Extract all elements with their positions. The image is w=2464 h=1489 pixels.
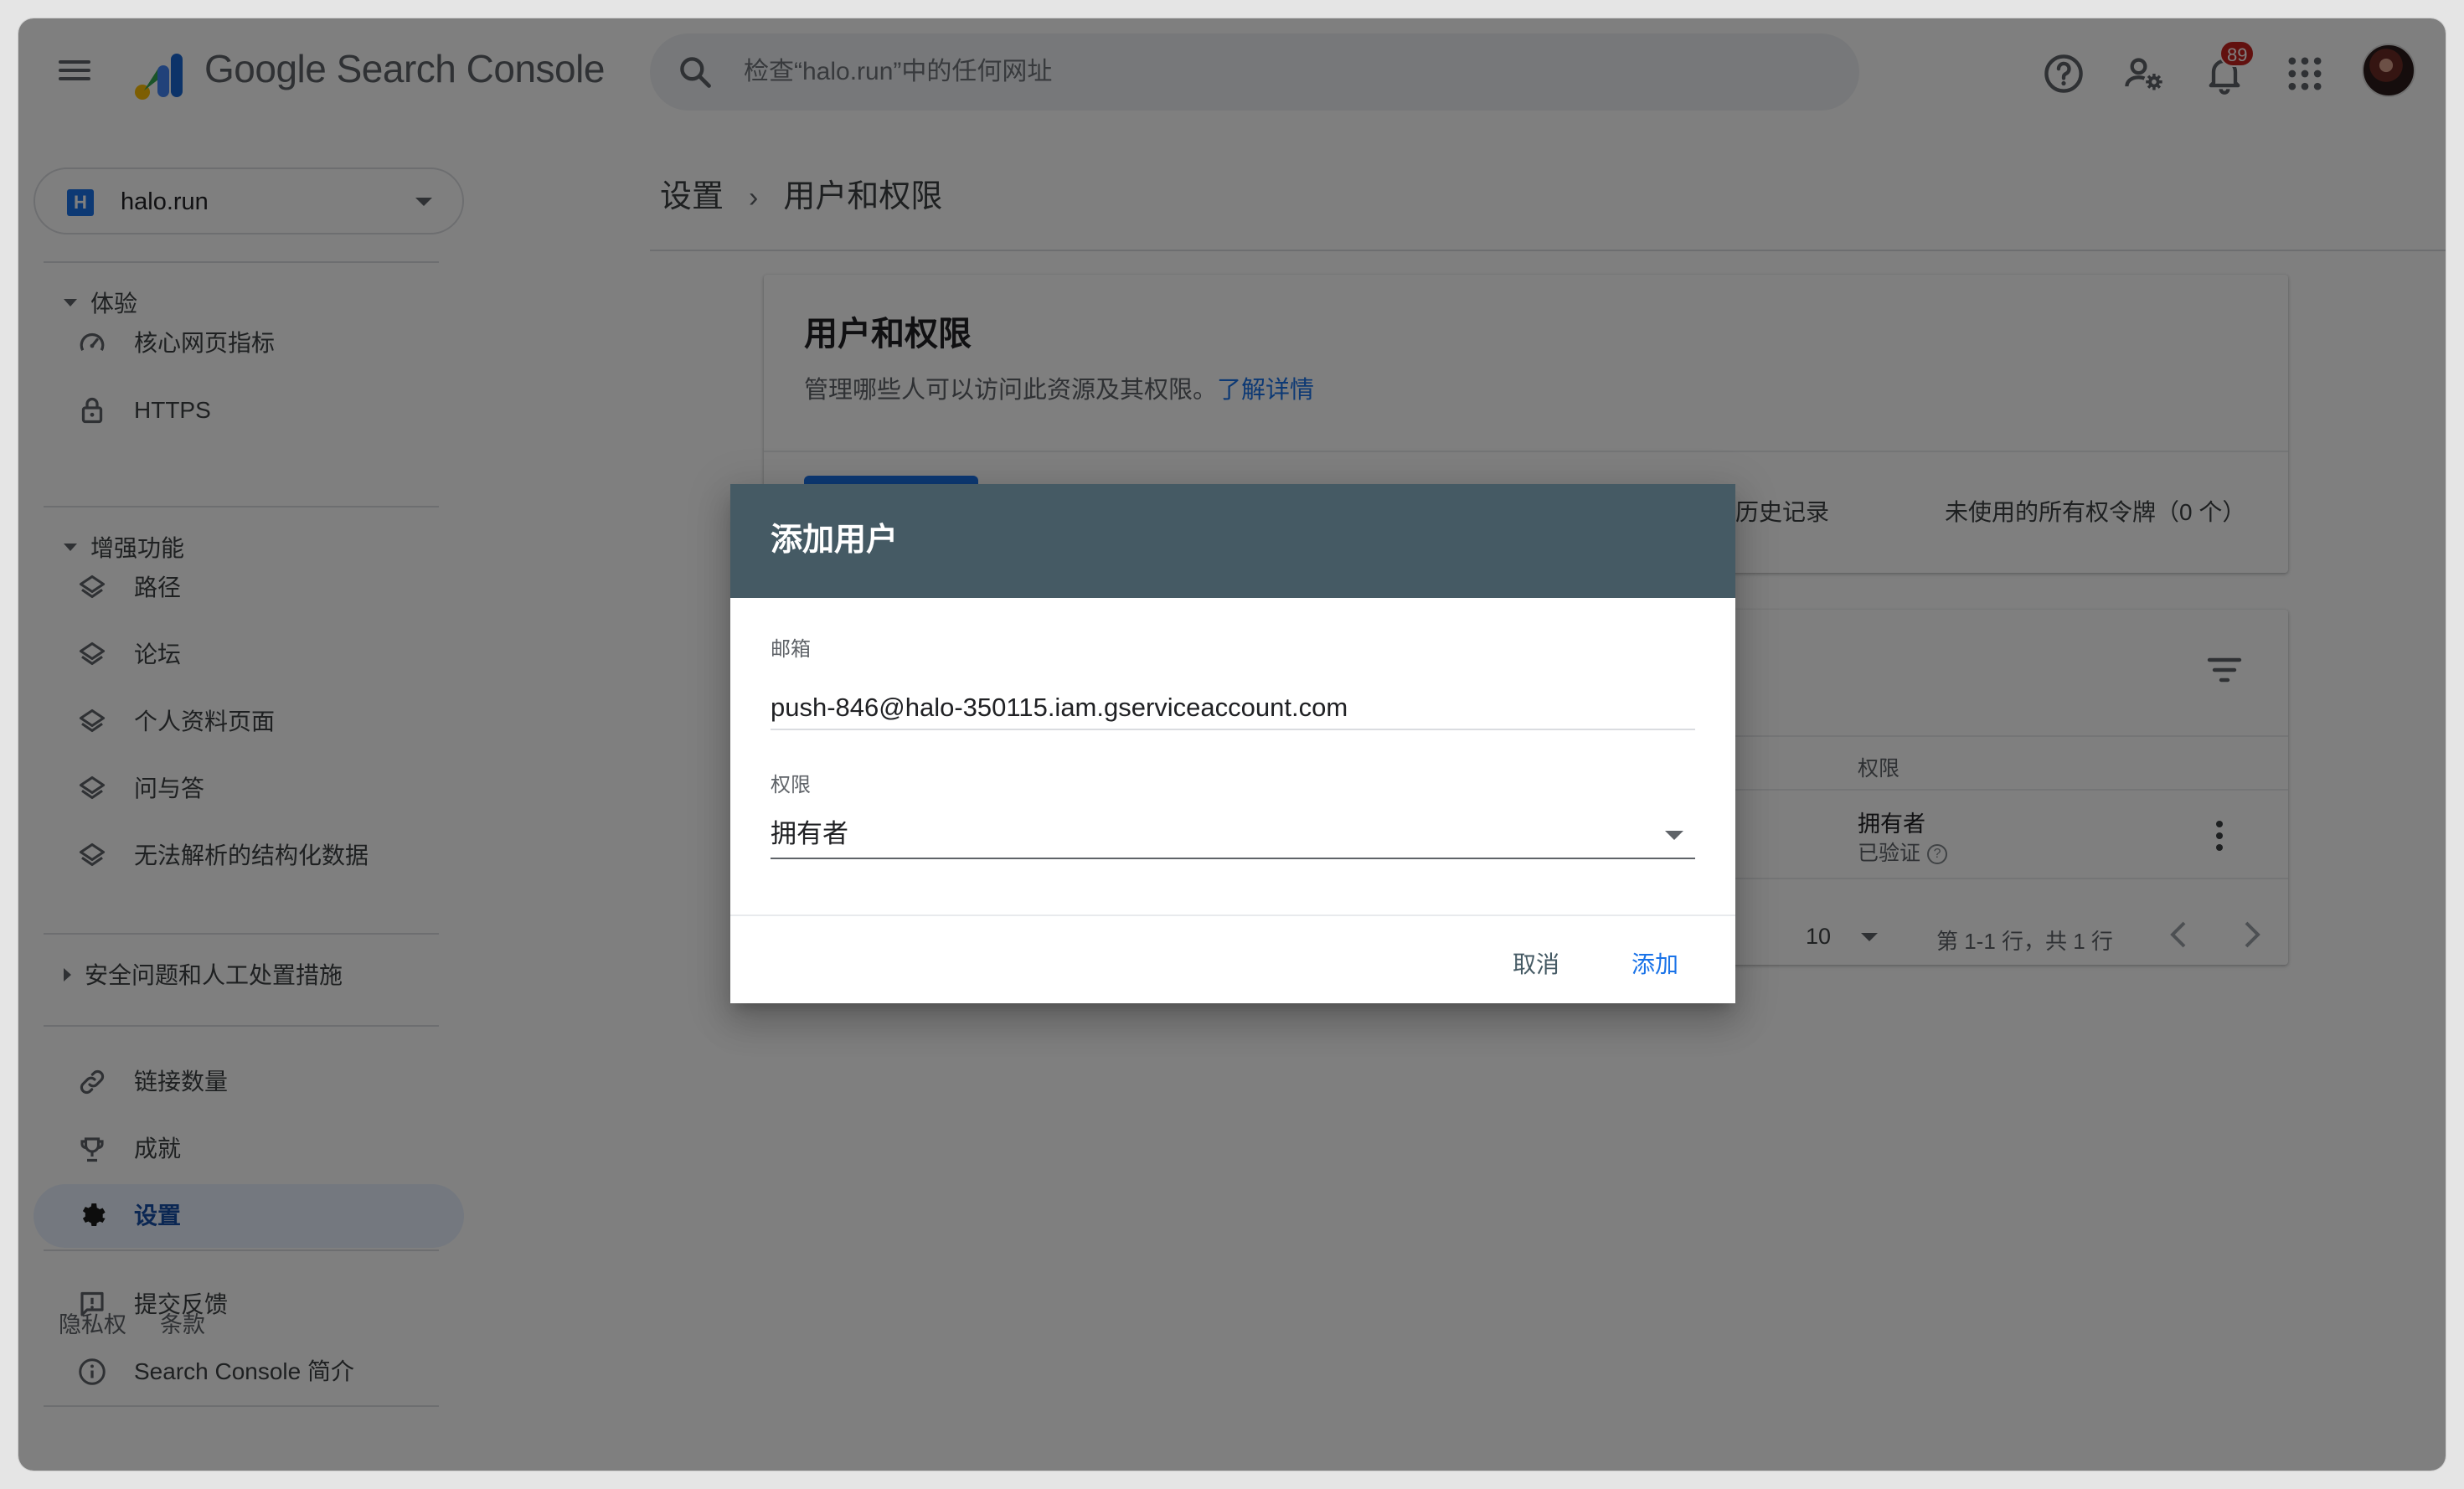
dialog-header: 添加用户 — [730, 484, 1735, 598]
cancel-button[interactable]: 取消 — [1513, 943, 1559, 987]
email-field[interactable] — [771, 687, 1695, 730]
permission-select[interactable]: 拥有者 — [771, 812, 1695, 859]
email-label: 邮箱 — [771, 638, 811, 661]
dialog-title: 添加用户 — [771, 523, 899, 558]
divider — [730, 915, 1735, 916]
app-window: Google Search Console 89 H halo.run 体验 核… — [18, 18, 2446, 1471]
add-button[interactable]: 添加 — [1631, 943, 1678, 987]
permission-label: 权限 — [771, 774, 811, 796]
dropdown-arrow-icon — [1665, 831, 1683, 840]
permission-value: 拥有者 — [771, 819, 848, 848]
add-user-dialog: 添加用户 邮箱 权限 拥有者 取消 添加 — [730, 484, 1735, 1003]
